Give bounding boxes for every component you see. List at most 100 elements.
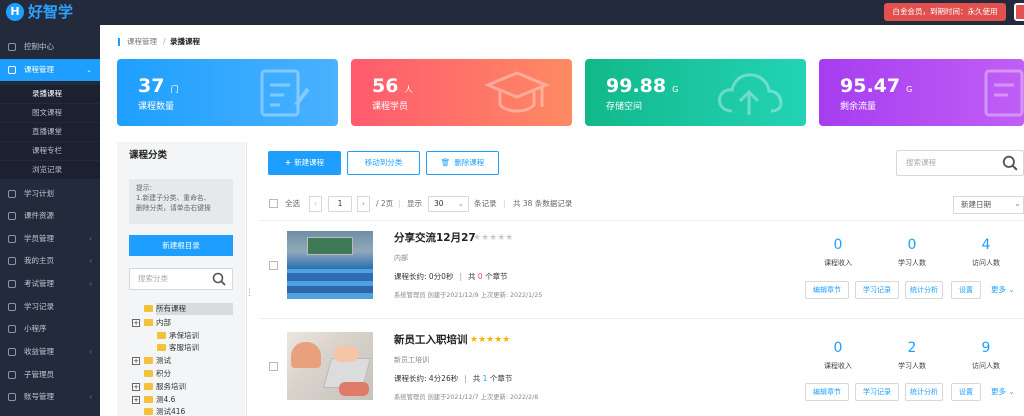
- stats-analysis-button[interactable]: 统计分析: [905, 383, 943, 401]
- new-root-button[interactable]: 新建根目录: [129, 235, 233, 256]
- course-thumbnail[interactable]: [287, 332, 373, 400]
- breadcrumb-parent[interactable]: 课程管理: [127, 37, 157, 47]
- category-tip: 提示: 1.新建子分类、重命名、 删除分类，请单击右键操: [129, 179, 233, 224]
- rating-stars: ★★★★★: [470, 335, 511, 345]
- rating-stars: ★★★★★: [473, 233, 514, 243]
- sidebar-item-records[interactable]: 学习记录: [0, 296, 100, 318]
- tree-item[interactable]: 积分: [144, 368, 171, 380]
- tree-item[interactable]: + 服务培训: [132, 381, 186, 393]
- document-edit-icon: [984, 69, 1024, 117]
- separator: |: [503, 199, 506, 208]
- splitter-handle[interactable]: ⋮: [245, 288, 254, 298]
- tree-item[interactable]: + 内部: [132, 317, 171, 329]
- miniapp-icon: [8, 325, 16, 333]
- total-records: 共 38 条数据记录: [513, 199, 573, 208]
- sidebar-item-account[interactable]: 账号管理 ‹: [0, 386, 100, 408]
- chevron-left-icon: ‹: [89, 257, 92, 265]
- new-course-button[interactable]: + 新建课程: [268, 151, 341, 175]
- edit-chapters-button[interactable]: 编辑章节: [805, 383, 849, 401]
- stat-label: 课程数量: [138, 102, 175, 112]
- sidebar-item-resources[interactable]: 课件资源: [0, 205, 100, 227]
- sidebar-item-income[interactable]: 收益管理 ‹: [0, 341, 100, 363]
- row-divider: [260, 220, 1024, 221]
- classroom-desk-row: [287, 281, 373, 286]
- course-income-label: 课程收入: [824, 259, 852, 267]
- total-pages: / 2页: [376, 199, 394, 208]
- search-icon[interactable]: [212, 272, 226, 286]
- stat-card-storage: 99.88 G 存储空间: [585, 59, 806, 126]
- book-icon: [8, 66, 16, 74]
- course-title[interactable]: 分享交流12月27: [394, 231, 476, 245]
- row-checkbox[interactable]: [269, 261, 278, 270]
- tree-item[interactable]: + 测4.6: [132, 394, 175, 406]
- category-title: 课程分类: [129, 150, 168, 161]
- course-title[interactable]: 新员工入职培训: [394, 333, 468, 347]
- stat-card-courses: 37 门 课程数量: [117, 59, 338, 126]
- per-page-select[interactable]: 30 ⌄: [428, 196, 469, 212]
- stats-analysis-button[interactable]: 统计分析: [905, 281, 943, 299]
- sidebar-item-label: 控制中心: [24, 42, 54, 51]
- sidebar-item-dashboard[interactable]: 控制中心: [0, 36, 100, 58]
- prev-page-button[interactable]: ‹: [309, 196, 322, 212]
- study-record-button[interactable]: 学习记录: [855, 383, 899, 401]
- more-button[interactable]: 更多 ⌄: [991, 285, 1015, 295]
- sidebar-item-plan[interactable]: 学习计划: [0, 183, 100, 205]
- home-icon: [8, 43, 16, 51]
- tree-item[interactable]: 测试416: [144, 406, 185, 416]
- delete-course-button[interactable]: 🗑 删除课程: [426, 151, 499, 175]
- expand-icon[interactable]: +: [132, 357, 140, 365]
- course-search-placeholder: 搜索课程: [906, 158, 936, 167]
- more-button[interactable]: 更多 ⌄: [991, 387, 1015, 397]
- page-input[interactable]: 1: [328, 196, 352, 212]
- records-label: 条记录: [474, 199, 497, 208]
- course-students-label: 学习人数: [898, 362, 926, 370]
- graduation-cap-icon: [484, 71, 550, 113]
- trash-icon: 🗑: [440, 158, 451, 167]
- expand-icon[interactable]: +: [132, 319, 140, 327]
- sidebar-item-homepage[interactable]: 我的主页 ‹: [0, 250, 100, 272]
- expand-icon[interactable]: +: [132, 396, 140, 404]
- study-record-button[interactable]: 学习记录: [855, 281, 899, 299]
- sidebar-subitem-graphic[interactable]: 图文课程: [0, 104, 100, 122]
- sidebar-subitem-column[interactable]: 课程专栏: [0, 142, 100, 160]
- tree-item[interactable]: 客服培训: [157, 342, 199, 354]
- sidebar-item-subadmin[interactable]: 子管理员: [0, 364, 100, 386]
- sidebar-item-miniapp[interactable]: 小程序: [0, 318, 100, 340]
- tree-item[interactable]: + 测试: [132, 355, 171, 367]
- select-all-label: 全选: [285, 199, 300, 208]
- avatar[interactable]: [1014, 3, 1024, 21]
- move-to-category-button[interactable]: 移动到分类: [347, 151, 420, 175]
- document-edit-icon: [260, 69, 310, 117]
- course-income-value: 0: [833, 237, 843, 253]
- vip-badge[interactable]: 白金会员，到期时间：永久使用: [884, 3, 1006, 21]
- show-label: 显示: [407, 199, 422, 208]
- select-all-checkbox[interactable]: [269, 199, 278, 208]
- settings-button[interactable]: 设置: [951, 383, 981, 401]
- next-page-button[interactable]: ›: [357, 196, 370, 212]
- folder-icon: [144, 370, 153, 377]
- settings-button[interactable]: 设置: [951, 281, 981, 299]
- income-icon: [8, 348, 16, 356]
- expand-icon[interactable]: +: [132, 383, 140, 391]
- sidebar-subitem-live[interactable]: 直播课堂: [0, 123, 100, 141]
- logo-badge[interactable]: H: [6, 3, 24, 21]
- logo-text[interactable]: 好智学: [28, 2, 73, 22]
- sidebar-item-students[interactable]: 学员管理 ‹: [0, 228, 100, 250]
- sidebar-subitem-history[interactable]: 浏览记录: [0, 161, 100, 179]
- chevron-down-icon: ⌄: [1008, 387, 1015, 396]
- panel-divider: [246, 142, 247, 416]
- course-income-value: 0: [833, 340, 843, 356]
- course-students-label: 学习人数: [898, 259, 926, 267]
- row-checkbox[interactable]: [269, 362, 278, 371]
- sidebar-item-exam[interactable]: 考试管理 ‹: [0, 273, 100, 295]
- account-icon: [8, 393, 16, 401]
- course-thumbnail[interactable]: [287, 231, 373, 299]
- sidebar-item-course-management[interactable]: 课程管理 ⌄: [0, 59, 100, 81]
- stat-value: 56 人: [372, 75, 413, 97]
- tree-item[interactable]: 承保培训: [157, 330, 199, 342]
- sidebar-subitem-recorded[interactable]: 录播课程: [0, 85, 100, 103]
- search-icon[interactable]: [1002, 155, 1018, 171]
- edit-chapters-button[interactable]: 编辑章节: [805, 281, 849, 299]
- tree-item[interactable]: 所有课程: [144, 303, 233, 315]
- sidebar-item-label: 子管理员: [24, 370, 54, 379]
